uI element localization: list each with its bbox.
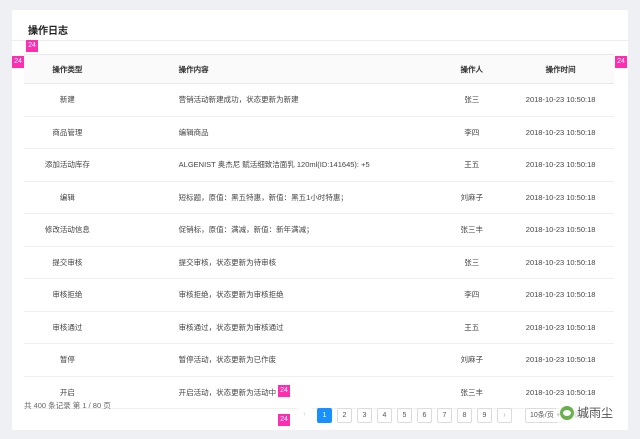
spacing-badge: 24 (26, 40, 38, 52)
cell-content: 短标题，原值：黑五特惠，新值：黑五1小时特惠； (110, 181, 437, 214)
cell-content: 营销活动新建成功，状态更新为新建 (110, 83, 437, 117)
table-header-row: 操作类型 操作内容 操作人 操作时间 (24, 54, 614, 84)
page-size-value: 10条/页 (530, 411, 554, 419)
prev-page-button[interactable]: ‹ (297, 407, 312, 423)
cell-content: 编辑商品 (110, 116, 437, 149)
page-button-8[interactable]: 8 (457, 407, 472, 423)
operation-log-card: 操作日志 操作类型 操作内容 操作人 操作时间 新建 营销活动新建成功，状态更新为… (12, 10, 628, 430)
cell-user: 张三丰 (436, 376, 508, 409)
table-row: 审核通过 审核通过，状态更新为审核通过 王五 2018-10-23 10:50:18 (24, 311, 614, 344)
cell-content: ALGENIST 奥杰尼 赋活细致洁面乳 120ml(ID:141645): +… (110, 148, 437, 182)
header-type: 操作类型 (24, 54, 111, 84)
table-row: 审核拒绝 审核拒绝，状态更新为审核拒绝 李四 2018-10-23 10:50:18 (24, 278, 614, 312)
table-row: 添加活动库存 ALGENIST 奥杰尼 赋活细致洁面乳 120ml(ID:1416… (24, 148, 614, 182)
table-row: 暂停 暂停活动，状态更新为已作废 刘麻子 2018-10-23 10:50:18 (24, 343, 614, 377)
table-row: 开启 开启活动，状态更新为活动中 张三丰 2018-10-23 10:50:18 (24, 376, 614, 409)
table-row: 商品管理 编辑商品 李四 2018-10-23 10:50:18 (24, 116, 614, 149)
operation-log-table: 操作类型 操作内容 操作人 操作时间 新建 营销活动新建成功，状态更新为新建 张三 2… (24, 54, 614, 409)
cell-user: 李四 (436, 116, 508, 149)
cell-type: 编辑 (24, 181, 111, 214)
cell-type: 审核拒绝 (24, 278, 111, 312)
cell-user: 刘麻子 (436, 343, 508, 377)
cell-content: 审核拒绝，状态更新为审核拒绝 (110, 278, 437, 312)
cell-type: 新建 (24, 83, 111, 117)
cell-content: 开启活动，状态更新为活动中 (110, 376, 437, 409)
table-row: 提交审核 提交审核，状态更新为待审核 张三 2018-10-23 10:50:18 (24, 246, 614, 279)
cell-user: 张三丰 (436, 213, 508, 247)
cell-user: 刘麻子 (436, 181, 508, 214)
pagination: ‹ 123456789 › 10条/页 ▾ 跳至 (297, 407, 588, 423)
page-button-6[interactable]: 6 (417, 407, 432, 423)
wechat-icon (560, 405, 574, 420)
cell-content: 促销标，原值：满减，新值：新年满减； (110, 213, 437, 247)
cell-type: 审核通过 (24, 311, 111, 344)
cell-time: 2018-10-23 10:50:18 (507, 213, 614, 247)
table-row: 编辑 短标题，原值：黑五特惠，新值：黑五1小时特惠； 刘麻子 2018-10-23 1… (24, 181, 614, 214)
header-content: 操作内容 (110, 54, 437, 84)
cell-type: 商品管理 (24, 116, 111, 149)
cell-type: 提交审核 (24, 246, 111, 279)
page-button-4[interactable]: 4 (377, 407, 392, 423)
cell-time: 2018-10-23 10:50:18 (507, 148, 614, 182)
title-divider (12, 40, 628, 41)
spacing-badge: 24 (12, 56, 24, 68)
page-button-7[interactable]: 7 (437, 407, 452, 423)
cell-time: 2018-10-23 10:50:18 (507, 278, 614, 312)
page-button-3[interactable]: 3 (357, 407, 372, 423)
cell-type: 添加活动库存 (24, 148, 111, 182)
spacing-badge: 24 (278, 385, 290, 397)
watermark-text: 城雨尘 (577, 406, 614, 420)
cell-time: 2018-10-23 10:50:18 (507, 181, 614, 214)
cell-content: 审核通过，状态更新为审核通过 (110, 311, 437, 344)
cell-time: 2018-10-23 10:50:18 (507, 311, 614, 344)
table-row: 新建 营销活动新建成功，状态更新为新建 张三 2018-10-23 10:50:18 (24, 83, 614, 117)
cell-user: 王五 (436, 311, 508, 344)
card-title: 操作日志 (28, 26, 68, 37)
cell-user: 王五 (436, 148, 508, 182)
next-page-button[interactable]: › (497, 407, 512, 423)
spacing-badge: 24 (278, 414, 290, 426)
cell-time: 2018-10-23 10:50:18 (507, 83, 614, 117)
cell-user: 张三 (436, 83, 508, 117)
cell-user: 张三 (436, 246, 508, 279)
record-summary: 共 400 条记录 第 1 / 80 页 (24, 401, 111, 410)
page-button-5[interactable]: 5 (397, 407, 412, 423)
cell-user: 李四 (436, 278, 508, 312)
page-button-2[interactable]: 2 (337, 407, 352, 423)
page-button-1[interactable]: 1 (317, 407, 332, 423)
page-button-9[interactable]: 9 (477, 407, 492, 423)
cell-content: 暂停活动，状态更新为已作废 (110, 343, 437, 377)
spacing-badge: 24 (615, 56, 627, 68)
header-time: 操作时间 (507, 54, 614, 84)
header-user: 操作人 (436, 54, 508, 84)
cell-time: 2018-10-23 10:50:18 (507, 246, 614, 279)
watermark: 城雨尘 (556, 402, 618, 423)
cell-type: 修改活动信息 (24, 213, 111, 247)
cell-type: 暂停 (24, 343, 111, 377)
table-row: 修改活动信息 促销标，原值：满减，新值：新年满减； 张三丰 2018-10-23 10… (24, 213, 614, 247)
cell-time: 2018-10-23 10:50:18 (507, 116, 614, 149)
cell-content: 提交审核，状态更新为待审核 (110, 246, 437, 279)
cell-time: 2018-10-23 10:50:18 (507, 343, 614, 377)
